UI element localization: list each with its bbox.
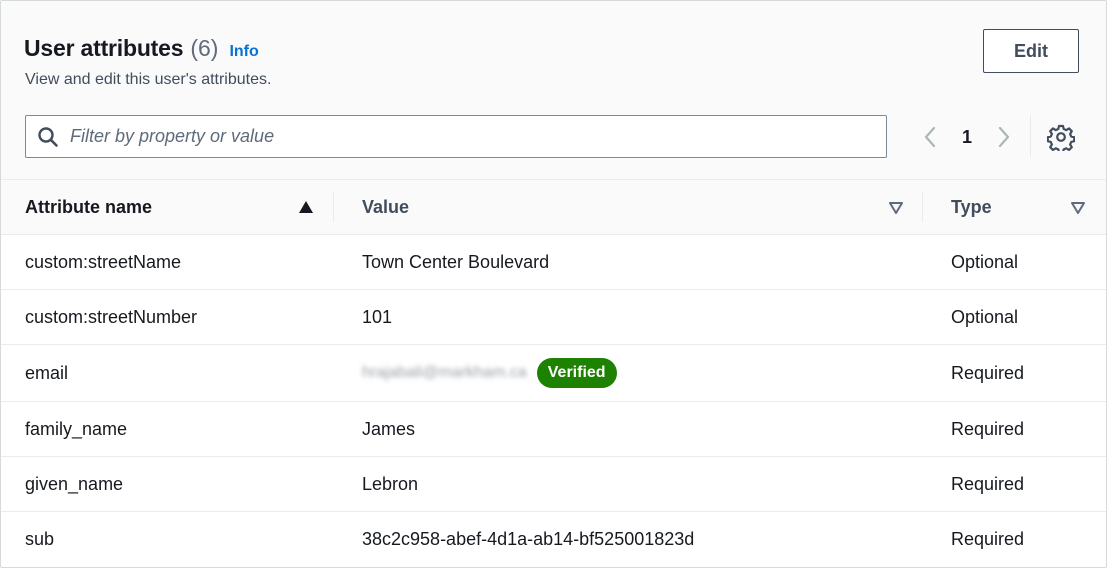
table-row: email hrajabali@markham.ca Verified Requ… <box>1 345 1106 402</box>
attribute-value-cell: James <box>362 418 416 439</box>
column-header-label: Attribute name <box>25 196 153 217</box>
sort-descending-icon <box>1071 202 1085 214</box>
attribute-name-cell: family_name <box>25 418 128 439</box>
attribute-type-cell: Optional <box>951 306 1019 327</box>
attribute-value-cell: 38c2c958-abef-4d1a-ab14-bf525001823d <box>362 529 695 549</box>
edit-button[interactable]: Edit <box>983 29 1079 73</box>
chevron-right-icon <box>998 126 1010 148</box>
page-number-button[interactable]: 1 <box>945 127 989 148</box>
sort-descending-icon <box>889 202 903 214</box>
table-row: given_name Lebron Required <box>1 457 1106 512</box>
attribute-value-cell: 101 <box>362 306 393 327</box>
column-header-attribute-name[interactable]: Attribute name <box>25 180 325 234</box>
info-link[interactable]: Info <box>229 43 258 61</box>
attribute-name-cell: given_name <box>25 473 124 494</box>
attribute-type-cell: Required <box>951 473 1025 494</box>
attribute-count: (6) <box>190 35 219 61</box>
email-value: hrajabali@markham.ca <box>362 364 527 381</box>
attribute-value-cell: Town Center Boulevard <box>362 251 550 272</box>
column-header-label: Type <box>951 196 992 217</box>
pagination: 1 <box>915 119 1019 155</box>
page-description: View and edit this user's attributes. <box>25 71 272 88</box>
column-header-value[interactable]: Value <box>362 180 912 234</box>
verified-badge: Verified <box>536 358 617 388</box>
sort-ascending-icon <box>299 201 313 213</box>
table-row: custom:streetName Town Center Boulevard … <box>1 235 1106 290</box>
search-icon <box>38 127 58 147</box>
attribute-type-cell: Optional <box>951 251 1019 272</box>
attribute-name-cell: custom:streetName <box>25 251 182 272</box>
previous-page-button[interactable] <box>915 119 945 155</box>
column-header-label: Value <box>362 196 410 217</box>
attribute-value-cell: Lebron <box>362 473 419 494</box>
attribute-type-cell: Required <box>951 362 1025 383</box>
filter-box[interactable] <box>25 115 887 158</box>
title-row: User attributes (6) Info <box>24 35 259 62</box>
pager-divider <box>1030 115 1031 157</box>
panel-header: User attributes (6) Info View and edit t… <box>1 1 1106 180</box>
attribute-name-cell: sub <box>25 529 55 549</box>
chevron-left-icon <box>924 126 936 148</box>
user-attributes-panel: User attributes (6) Info View and edit t… <box>0 0 1107 568</box>
column-divider <box>922 192 923 222</box>
filter-input[interactable] <box>70 116 880 157</box>
attributes-table: Attribute name Value Type custom:streetN… <box>1 180 1106 567</box>
column-divider <box>333 192 334 222</box>
table-row: sub 38c2c958-abef-4d1a-ab14-bf525001823d… <box>1 512 1106 567</box>
attribute-type-cell: Required <box>951 529 1025 549</box>
attribute-name-cell: email <box>25 362 69 383</box>
page-title: User attributes <box>24 35 184 61</box>
gear-icon[interactable] <box>1047 123 1075 151</box>
table-header: Attribute name Value Type <box>1 180 1106 235</box>
attribute-value-cell: hrajabali@markham.ca Verified <box>362 345 617 401</box>
next-page-button[interactable] <box>989 119 1019 155</box>
column-header-type[interactable]: Type <box>951 180 1091 234</box>
table-row: custom:streetNumber 101 Optional <box>1 290 1106 345</box>
attribute-type-cell: Required <box>951 418 1025 439</box>
table-row: family_name James Required <box>1 402 1106 457</box>
attribute-name-cell: custom:streetNumber <box>25 306 198 327</box>
